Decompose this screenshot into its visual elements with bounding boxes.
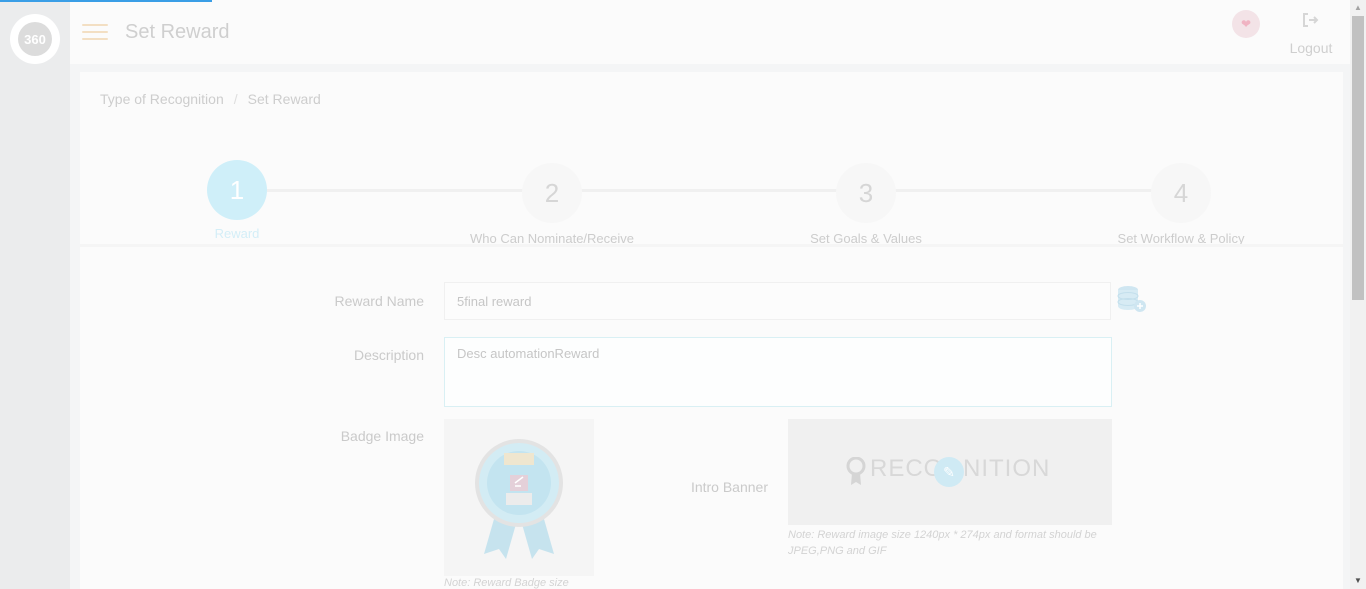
step-number: 2	[522, 163, 582, 223]
breadcrumb-separator: /	[233, 91, 238, 107]
badge-image-upload[interactable]	[444, 419, 594, 576]
main-content-card: Type of Recognition / Set Reward 1 Rewar…	[80, 72, 1343, 589]
logout-icon	[1286, 12, 1336, 34]
step-who-can-nominate[interactable]: 2 Who Can Nominate/Receive	[452, 163, 652, 246]
page-loading-progress-bar	[0, 0, 212, 2]
scroll-up-arrow-icon[interactable]: ▲	[1350, 0, 1366, 16]
award-pin-icon	[846, 456, 866, 492]
step-set-workflow-policy[interactable]: 4 Set Workflow & Policy	[1081, 163, 1281, 246]
reward-name-input[interactable]	[444, 282, 1111, 320]
breadcrumb-item-set-reward: Set Reward	[247, 91, 321, 107]
intro-banner-upload[interactable]: RECOGNITION ✎	[788, 419, 1112, 525]
wizard-stepper: 1 Reward 2 Who Can Nominate/Receive 3 Se…	[80, 160, 1343, 246]
heart-avatar-icon[interactable]: ❤	[1232, 10, 1260, 38]
ribbon-badge-icon	[475, 439, 563, 559]
step-reward[interactable]: 1 Reward	[137, 160, 337, 241]
badge-image-label: Badge Image	[340, 428, 424, 444]
step-number: 3	[836, 163, 896, 223]
stepper-connector-line	[267, 189, 1182, 192]
scroll-down-arrow-icon[interactable]: ▼	[1350, 573, 1366, 589]
step-label: Reward	[214, 226, 260, 241]
sidebar: 360	[0, 0, 70, 589]
breadcrumb: Type of Recognition / Set Reward	[100, 91, 321, 107]
step-set-goals-values[interactable]: 3 Set Goals & Values	[766, 163, 966, 246]
reward-name-label: Reward Name	[334, 293, 424, 309]
logout-button[interactable]: Logout	[1286, 12, 1336, 56]
logo-text: 360	[18, 22, 52, 56]
app-logo[interactable]: 360	[10, 14, 60, 64]
intro-banner-label: Intro Banner	[690, 479, 768, 495]
logout-label: Logout	[1289, 40, 1333, 56]
breadcrumb-item-type-of-recognition[interactable]: Type of Recognition	[100, 91, 224, 107]
top-header: Set Reward ❤ Logout	[70, 0, 1350, 64]
description-label: Description	[353, 347, 424, 363]
database-add-icon[interactable]	[1116, 284, 1148, 314]
page-scrollbar[interactable]: ▲ ▼	[1350, 0, 1366, 589]
hamburger-menu-icon[interactable]	[82, 24, 108, 42]
scrollbar-thumb[interactable]	[1352, 16, 1364, 300]
badge-note: Note: Reward Badge size	[444, 577, 569, 589]
description-textarea[interactable]: Desc automationReward	[444, 337, 1112, 407]
step-number: 1	[207, 160, 267, 220]
stepper-divider	[80, 244, 1343, 247]
edit-icon[interactable]: ✎	[934, 457, 964, 487]
banner-note: Note: Reward image size 1240px * 274px a…	[788, 529, 1097, 557]
page-title: Set Reward	[125, 21, 230, 43]
step-number: 4	[1151, 163, 1211, 223]
